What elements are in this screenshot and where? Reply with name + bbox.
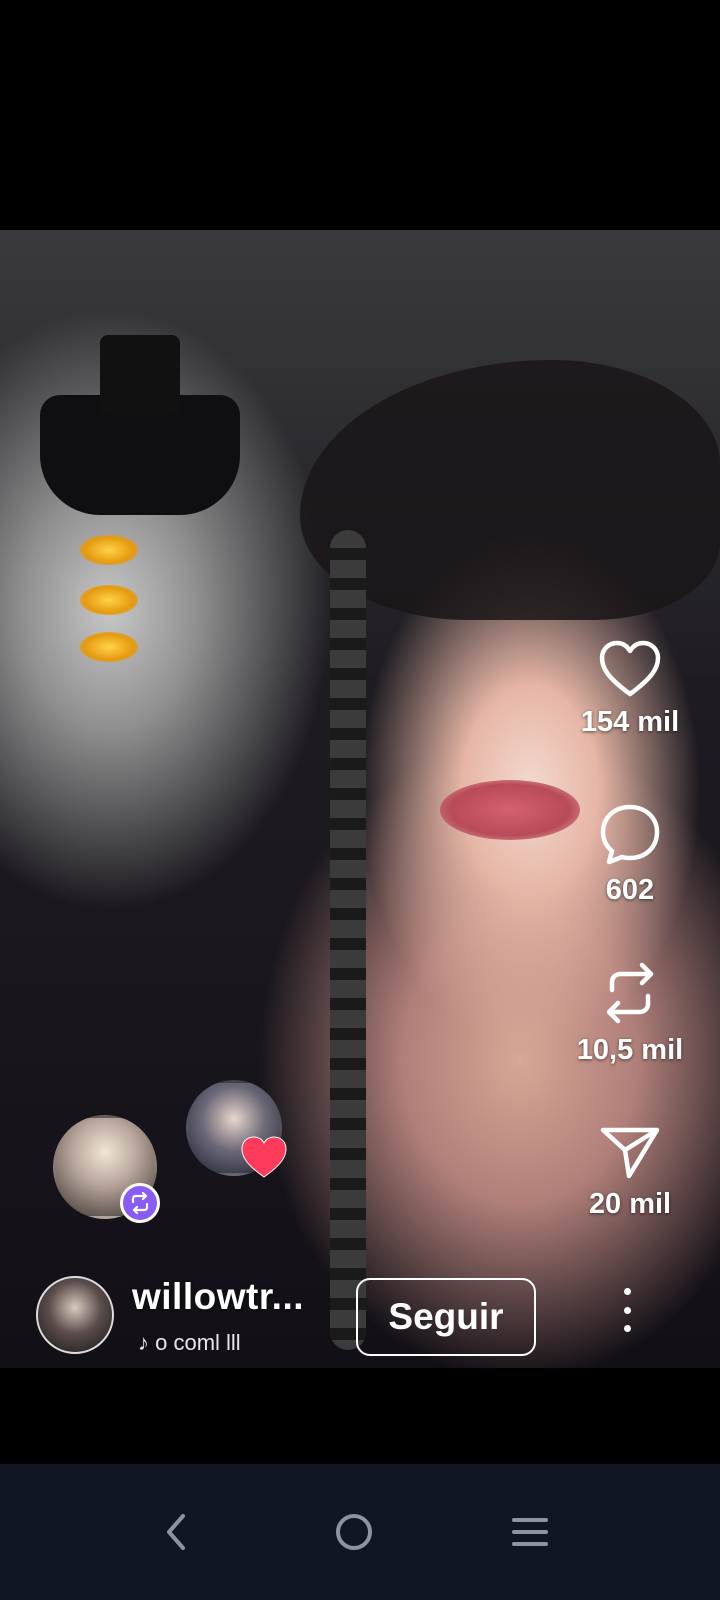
artwork-eye xyxy=(80,585,138,615)
home-circle-icon[interactable] xyxy=(314,1492,394,1572)
artwork-hat xyxy=(40,335,240,515)
system-navigation-bar xyxy=(0,1464,720,1600)
like-badge xyxy=(240,1135,288,1179)
send-icon[interactable] xyxy=(599,1124,661,1180)
author-row: willowtr... ♪ o coml lll Seguir xyxy=(0,1268,720,1356)
artwork-eye xyxy=(80,632,138,662)
heart-icon xyxy=(241,1136,287,1178)
repost-icon[interactable] xyxy=(600,960,660,1026)
repost-count: 10,5 mil xyxy=(576,1034,684,1066)
recents-lines-icon[interactable] xyxy=(490,1492,570,1572)
bottom-letterbox xyxy=(0,1368,720,1464)
like-action[interactable]: 154 mil xyxy=(560,640,700,739)
author-avatar[interactable] xyxy=(36,1276,114,1354)
share-action[interactable]: 20 mil xyxy=(560,1124,700,1221)
repost-badge xyxy=(120,1183,160,1223)
repost-icon xyxy=(131,1192,149,1214)
comment-action[interactable]: 602 xyxy=(560,802,700,907)
comment-count: 602 xyxy=(605,874,655,906)
more-options-icon[interactable] xyxy=(612,1288,642,1332)
artwork-eye xyxy=(80,535,138,565)
back-chevron-icon[interactable] xyxy=(136,1492,216,1572)
top-letterbox xyxy=(0,0,720,230)
like-count: 154 mil xyxy=(580,706,680,738)
artwork-lips xyxy=(440,780,580,840)
comment-bubble-icon[interactable] xyxy=(598,802,662,866)
artwork-braid xyxy=(330,530,366,1350)
share-count: 20 mil xyxy=(588,1188,672,1220)
follow-button[interactable]: Seguir xyxy=(356,1278,536,1356)
repost-action[interactable]: 10,5 mil xyxy=(560,960,700,1067)
heart-icon[interactable] xyxy=(598,640,662,698)
author-username[interactable]: willowtr... xyxy=(132,1276,304,1318)
music-label[interactable]: ♪ o coml lll xyxy=(138,1330,241,1356)
